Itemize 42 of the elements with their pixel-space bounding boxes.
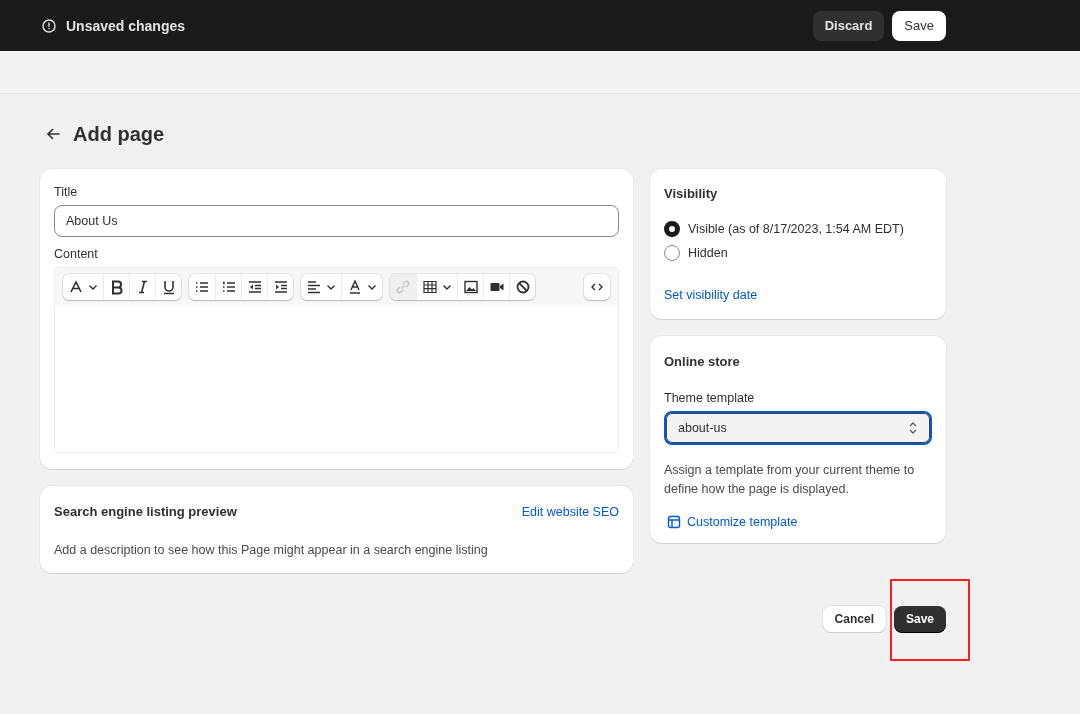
- field-label: Theme template: [664, 391, 756, 405]
- radio-button[interactable]: [664, 221, 680, 237]
- color-icon: [347, 279, 363, 295]
- alert-icon: [42, 18, 56, 33]
- page-title: Add page: [73, 122, 165, 146]
- caret-icon: [326, 282, 336, 292]
- title-input[interactable]: About Us: [54, 205, 619, 237]
- caret-icon: [367, 282, 377, 292]
- radio-label: Hidden: [688, 246, 728, 260]
- radio-label: Visible (as of 8/17/2023, 1:54 AM EDT): [688, 222, 904, 236]
- discard-button[interactable]: Discard: [812, 10, 885, 41]
- back-arrow-icon[interactable]: [45, 127, 61, 141]
- cancel-button[interactable]: Cancel: [822, 606, 886, 632]
- set-visibility-date-link[interactable]: Set visibility date: [664, 288, 758, 302]
- chevron-icon: [908, 421, 918, 435]
- edit-seo-link[interactable]: Edit website SEO: [521, 504, 619, 519]
- bullets-icon: [194, 279, 210, 295]
- caret-icon: [88, 282, 98, 292]
- help-text: Assign a template from your current theme to define how the page is displayed.: [664, 462, 916, 498]
- card-title: Visibility: [664, 186, 719, 201]
- radio-button[interactable]: [664, 245, 680, 261]
- indent-icon: [272, 279, 289, 295]
- save-button[interactable]: Save: [892, 10, 946, 41]
- link-icon: [395, 279, 411, 295]
- seo-description: Add a description to see how this Page might appear in a search engine listing: [54, 543, 489, 557]
- outdent-icon: [246, 279, 263, 295]
- field-label: Content: [54, 247, 99, 261]
- font-icon: [68, 279, 84, 295]
- unsaved-changes-label: Unsaved changes: [66, 17, 186, 34]
- save-button[interactable]: Save: [893, 606, 946, 632]
- image-icon: [462, 279, 479, 295]
- table-icon: [422, 279, 438, 295]
- card-title: Search engine listing preview: [54, 504, 237, 519]
- card-title: Online store: [664, 354, 741, 369]
- caret-icon: [442, 282, 452, 292]
- numbers-icon: [220, 279, 237, 295]
- field-label: Title: [54, 185, 79, 199]
- align-icon: [306, 279, 322, 295]
- layout-icon: [667, 515, 681, 529]
- customize-template-link[interactable]: Customize template: [687, 515, 798, 529]
- theme-template-select[interactable]: about-us: [664, 411, 932, 445]
- clear-icon: [514, 279, 531, 295]
